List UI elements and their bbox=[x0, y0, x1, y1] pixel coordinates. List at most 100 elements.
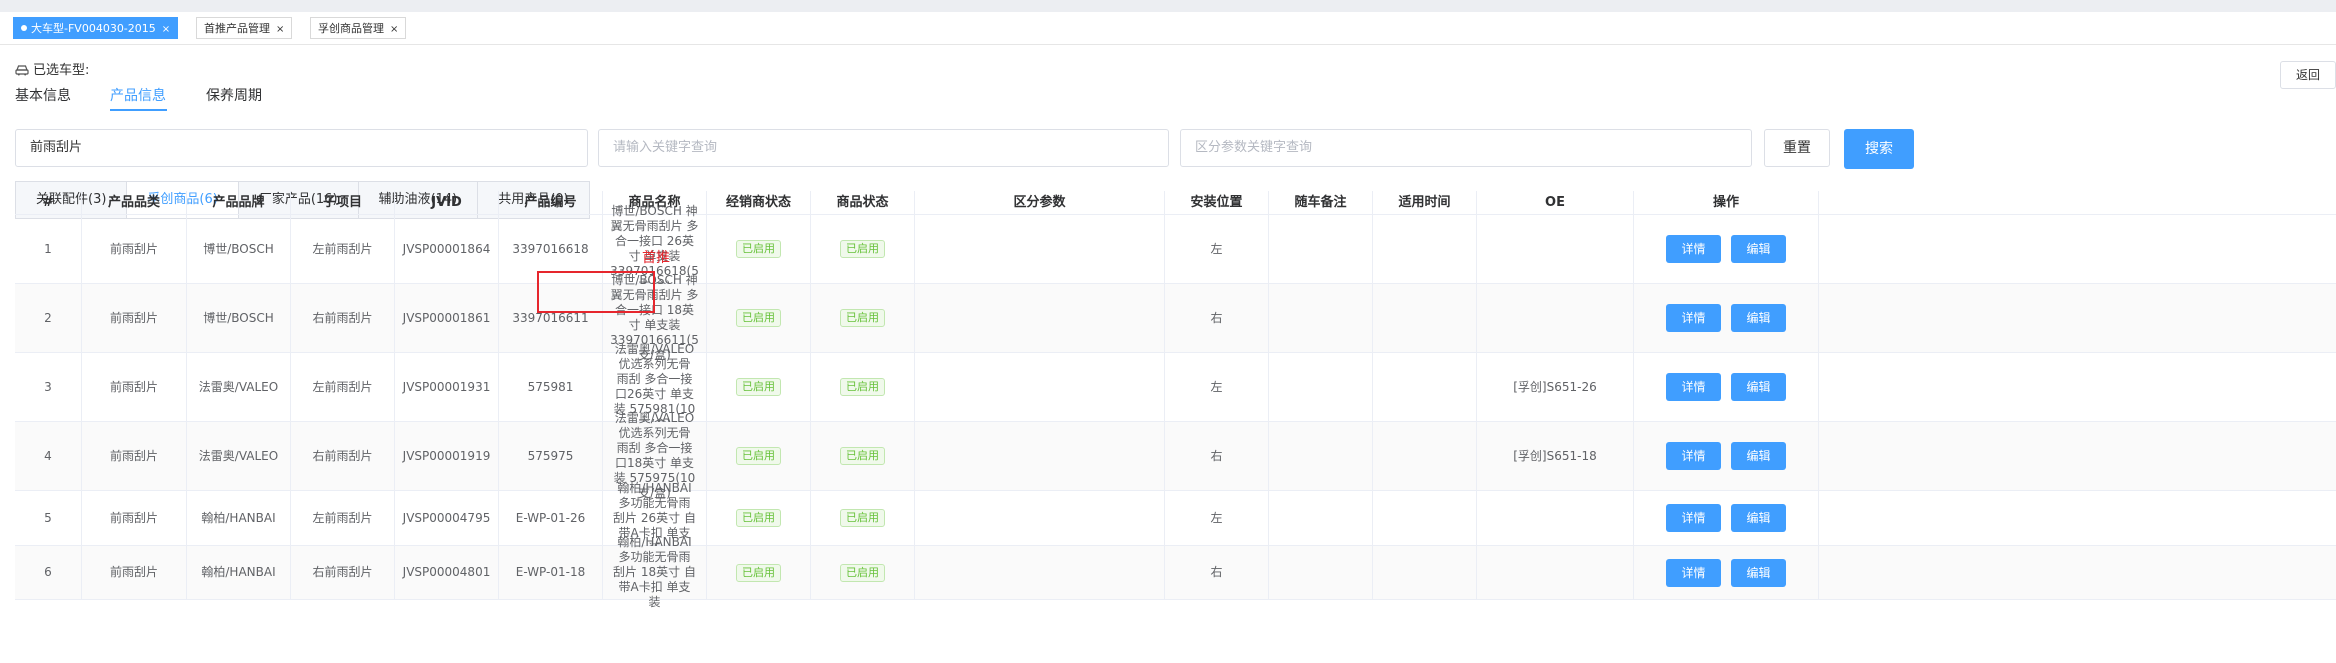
cell-index: 3 bbox=[15, 353, 82, 421]
cell-dealer-status: 已启用 bbox=[707, 546, 811, 599]
view-tab-recommended[interactable]: 首推产品管理 × bbox=[196, 17, 293, 39]
status-badge: 已启用 bbox=[840, 240, 885, 258]
cell-product-code: E-WP-01-26 bbox=[499, 491, 603, 545]
product-name-text: 翰柏/HANBAI 多功能无骨雨刮片 18英寸 自带A卡扣 单支装 bbox=[613, 535, 696, 609]
edit-button[interactable]: 编辑 bbox=[1731, 504, 1786, 532]
param-search-input[interactable]: 区分参数关键字查询 bbox=[1180, 129, 1752, 167]
view-tab-label: 大车型-FV004030-2015 bbox=[31, 22, 156, 35]
column-header-product-code: 产品编号 bbox=[499, 191, 603, 214]
edit-button[interactable]: 编辑 bbox=[1731, 304, 1786, 332]
cell-applicable-time bbox=[1373, 284, 1477, 352]
cell-install-position: 右 bbox=[1165, 422, 1269, 490]
cell-jvid: JVSP00004795 bbox=[395, 491, 499, 545]
cell-product-code: 575981 bbox=[499, 353, 603, 421]
cell-oe: [孚创]S651-26 bbox=[1477, 353, 1634, 421]
cell-install-position: 左 bbox=[1165, 353, 1269, 421]
cell-product-code: E-WP-01-18 bbox=[499, 546, 603, 599]
detail-button[interactable]: 详情 bbox=[1666, 442, 1721, 470]
cell-sub-item: 右前雨刮片 bbox=[291, 284, 395, 352]
cell-product-name: 翰柏/HANBAI 多功能无骨雨刮片 18英寸 自带A卡扣 单支装 bbox=[603, 535, 707, 609]
edit-button[interactable]: 编辑 bbox=[1731, 235, 1786, 263]
table-row: 4 前雨刮片 法雷奥/VALEO 右前雨刮片 JVSP00001919 575975 法雷奥… bbox=[15, 411, 2336, 500]
cell-brand: 博世/BOSCH bbox=[187, 284, 291, 352]
view-tab-vehicle[interactable]: 大车型-FV004030-2015 × bbox=[13, 17, 179, 39]
cell-applicable-time bbox=[1373, 215, 1477, 283]
cell-dealer-status: 已启用 bbox=[707, 353, 811, 421]
edit-button[interactable]: 编辑 bbox=[1731, 558, 1786, 587]
close-icon[interactable]: × bbox=[162, 24, 170, 35]
subtab-product-info[interactable]: 产品信息 bbox=[110, 85, 166, 105]
cell-index: 2 bbox=[15, 284, 82, 352]
cell-install-position: 左 bbox=[1165, 215, 1269, 283]
detail-button[interactable]: 详情 bbox=[1666, 304, 1721, 332]
close-icon[interactable]: × bbox=[390, 24, 398, 35]
cell-param bbox=[915, 284, 1165, 352]
column-header-applicable-time: 适用时间 bbox=[1373, 191, 1477, 214]
cell-category: 前雨刮片 bbox=[82, 491, 187, 545]
detail-button[interactable]: 详情 bbox=[1666, 235, 1721, 263]
column-header-sub-item: 子项目 bbox=[291, 191, 395, 214]
cell-param bbox=[915, 353, 1165, 421]
status-badge: 已启用 bbox=[840, 509, 885, 527]
table-row: 3 前雨刮片 法雷奥/VALEO 左前雨刮片 JVSP00001931 575981 法雷奥… bbox=[15, 342, 2336, 431]
table-row: 6 前雨刮片 翰柏/HANBAI 右前雨刮片 JVSP00004801 E-WP-01-1… bbox=[15, 535, 2336, 609]
cell-oe bbox=[1477, 284, 1634, 352]
highlight-box bbox=[537, 271, 655, 313]
cell-category: 前雨刮片 bbox=[82, 284, 187, 352]
category-input[interactable]: 前雨刮片 bbox=[15, 129, 588, 167]
view-tab-fuchuang[interactable]: 孚创商品管理 × bbox=[310, 17, 407, 39]
cell-oe: [孚创]S651-18 bbox=[1477, 422, 1634, 490]
cell-dealer-status: 已启用 bbox=[707, 491, 811, 545]
cell-remark bbox=[1269, 215, 1373, 283]
cell-index: 4 bbox=[15, 422, 82, 490]
cell-actions: 详情 编辑 bbox=[1634, 215, 1819, 283]
cell-jvid: JVSP00001861 bbox=[395, 284, 499, 352]
cell-jvid: JVSP00001931 bbox=[395, 353, 499, 421]
status-badge: 已启用 bbox=[736, 509, 781, 527]
top-gap bbox=[0, 0, 2336, 12]
cell-param bbox=[915, 215, 1165, 283]
view-tab-bar: 大车型-FV004030-2015 × 首推产品管理 × 孚创商品管理 × bbox=[0, 12, 2336, 45]
cell-jvid: JVSP00001919 bbox=[395, 422, 499, 490]
edit-button[interactable]: 编辑 bbox=[1731, 373, 1786, 401]
subtab-maintenance-cycle[interactable]: 保养周期 bbox=[206, 85, 262, 105]
cell-sub-item: 右前雨刮片 bbox=[291, 422, 395, 490]
back-button[interactable]: 返回 bbox=[2280, 61, 2336, 89]
cell-sub-item: 左前雨刮片 bbox=[291, 491, 395, 545]
column-header-actions: 操作 bbox=[1634, 191, 1819, 214]
cell-index: 1 bbox=[15, 215, 82, 283]
cell-jvid: JVSP00001864 bbox=[395, 215, 499, 283]
cell-category: 前雨刮片 bbox=[82, 546, 187, 599]
column-header-param: 区分参数 bbox=[915, 191, 1165, 214]
subtab-basic-info[interactable]: 基本信息 bbox=[15, 85, 71, 105]
cell-dealer-status: 已启用 bbox=[707, 284, 811, 352]
cell-product-status: 已启用 bbox=[811, 546, 915, 599]
car-icon bbox=[15, 64, 29, 75]
cell-param bbox=[915, 491, 1165, 545]
status-badge: 已启用 bbox=[840, 447, 885, 465]
edit-button[interactable]: 编辑 bbox=[1731, 442, 1786, 470]
status-badge: 已启用 bbox=[840, 563, 885, 582]
cell-install-position: 左 bbox=[1165, 491, 1269, 545]
cell-remark bbox=[1269, 422, 1373, 490]
cell-brand: 法雷奥/VALEO bbox=[187, 422, 291, 490]
detail-button[interactable]: 详情 bbox=[1666, 373, 1721, 401]
column-header-category: 产品品类 bbox=[82, 191, 187, 214]
keyword-search-input[interactable]: 请输入关键字查询 bbox=[598, 129, 1169, 167]
reset-button[interactable]: 重置 bbox=[1764, 129, 1830, 167]
detail-button[interactable]: 详情 bbox=[1666, 558, 1721, 587]
selected-vehicle-label: 已选车型: bbox=[33, 63, 90, 78]
cell-index: 6 bbox=[15, 546, 82, 599]
cell-brand: 翰柏/HANBAI bbox=[187, 546, 291, 599]
cell-param bbox=[915, 546, 1165, 599]
cell-dealer-status: 已启用 bbox=[707, 215, 811, 283]
cell-product-status: 已启用 bbox=[811, 491, 915, 545]
cell-applicable-time bbox=[1373, 422, 1477, 490]
close-icon[interactable]: × bbox=[276, 24, 284, 35]
detail-button[interactable]: 详情 bbox=[1666, 504, 1721, 532]
search-button[interactable]: 搜索 bbox=[1844, 129, 1914, 169]
status-badge: 已启用 bbox=[736, 309, 781, 327]
cell-remark bbox=[1269, 491, 1373, 545]
column-header-index: # bbox=[15, 191, 82, 214]
selected-vehicle: 已选车型: bbox=[15, 59, 89, 78]
